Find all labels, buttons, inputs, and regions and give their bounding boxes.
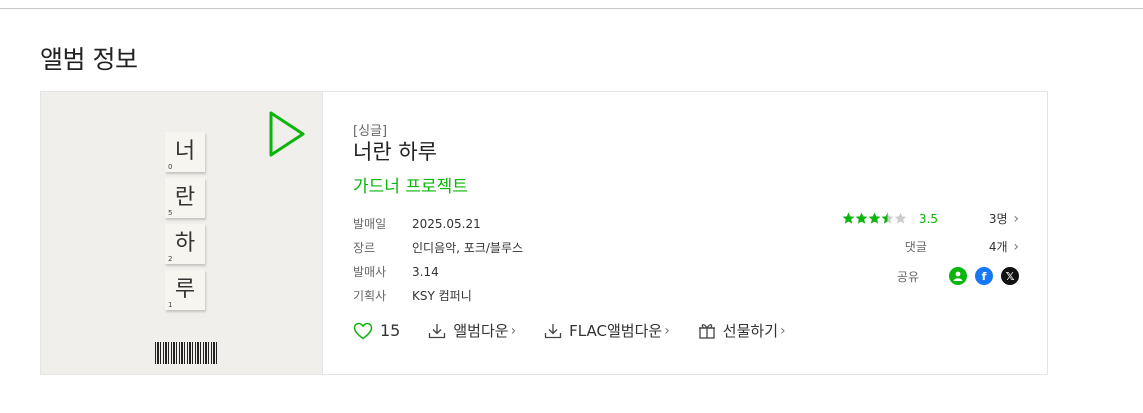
cover-tile: 너0 <box>165 132 205 172</box>
cover-tile: 란5 <box>165 178 205 218</box>
flac-download-button[interactable]: FLAC앨범다운 › <box>544 320 670 341</box>
album-details: [싱글] 너란 하루 가드너 프로젝트 발매일 2025.05.21 장르 인디… <box>353 92 1047 374</box>
album-meta: 발매일 2025.05.21 장르 인디음악, 포크/블루스 발매사 3.14 … <box>353 212 523 308</box>
album-title: 너란 하루 <box>353 140 437 164</box>
cover-tile: 루1 <box>165 270 205 310</box>
comments-row: 댓글 4개 › <box>905 238 1019 255</box>
share-label: 공유 <box>896 269 919 284</box>
rating-row: 3.5 3명 › <box>842 210 1019 227</box>
heart-icon <box>353 322 373 339</box>
meta-value: KSY 컴퍼니 <box>412 289 472 303</box>
album-cover[interactable]: 너0 란5 하2 루1 <box>41 92 323 374</box>
album-download-button[interactable]: 앨범다운 › <box>428 320 516 341</box>
album-download-label: 앨범다운 <box>453 322 509 340</box>
meta-row-publisher: 발매사 3.14 <box>353 260 523 284</box>
share-row: 공유 f 𝕏 <box>897 267 1019 285</box>
play-icon[interactable] <box>267 110 307 158</box>
gift-icon <box>698 324 715 339</box>
like-count: 15 <box>380 321 401 340</box>
rating-score: 3.5 <box>918 211 938 226</box>
meta-key: 발매일 <box>353 217 387 231</box>
meta-row-agency: 기획사 KSY 컴퍼니 <box>353 284 523 308</box>
album-info-card: 너0 란5 하2 루1 [싱글] 너란 하루 가드너 프로젝트 발매일 2025… <box>40 91 1048 375</box>
meta-value: 3.14 <box>412 265 439 279</box>
facebook-icon[interactable]: f <box>975 267 993 285</box>
section-title: 앨범 정보 <box>40 45 138 74</box>
rating-stars[interactable] <box>842 212 907 225</box>
meta-value: 2025.05.21 <box>412 217 481 231</box>
rating-participants-link[interactable]: 3명 › <box>989 210 1019 227</box>
star-icon <box>842 212 855 224</box>
chevron-right-icon: › <box>664 322 670 339</box>
flac-download-label: FLAC앨범다운 <box>569 322 663 340</box>
chevron-right-icon: › <box>510 322 517 339</box>
download-icon <box>545 323 562 338</box>
download-icon <box>429 323 446 338</box>
like-button[interactable]: 15 <box>353 321 400 340</box>
star-icon <box>881 212 894 224</box>
action-bar: 15 앨범다운 › FLAC앨범다운 › 선물하기 › <box>353 320 814 341</box>
meta-row-genre: 장르 인디음악, 포크/블루스 <box>353 236 523 260</box>
top-divider <box>0 8 1143 9</box>
share-icons: f 𝕏 <box>941 267 1019 285</box>
gift-label: 선물하기 <box>722 322 778 340</box>
meta-key: 발매사 <box>353 265 387 279</box>
chevron-right-icon: › <box>780 322 786 339</box>
artist-link[interactable]: 가드너 프로젝트 <box>353 172 468 197</box>
comments-label: 댓글 <box>904 240 927 254</box>
star-icon <box>868 212 881 224</box>
star-icon <box>894 212 907 224</box>
meta-row-release: 발매일 2025.05.21 <box>353 212 523 236</box>
comments-count-link[interactable]: 4개 › <box>989 238 1019 255</box>
barcode-image <box>155 342 219 364</box>
meta-key: 장르 <box>353 241 376 255</box>
cover-tile: 하2 <box>165 224 205 264</box>
profile-icon[interactable] <box>949 267 967 285</box>
gift-button[interactable]: 선물하기 › <box>698 320 786 341</box>
meta-value: 인디음악, 포크/블루스 <box>412 241 524 255</box>
star-icon <box>855 212 868 224</box>
meta-key: 기획사 <box>353 289 387 303</box>
x-icon[interactable]: 𝕏 <box>1001 267 1019 285</box>
